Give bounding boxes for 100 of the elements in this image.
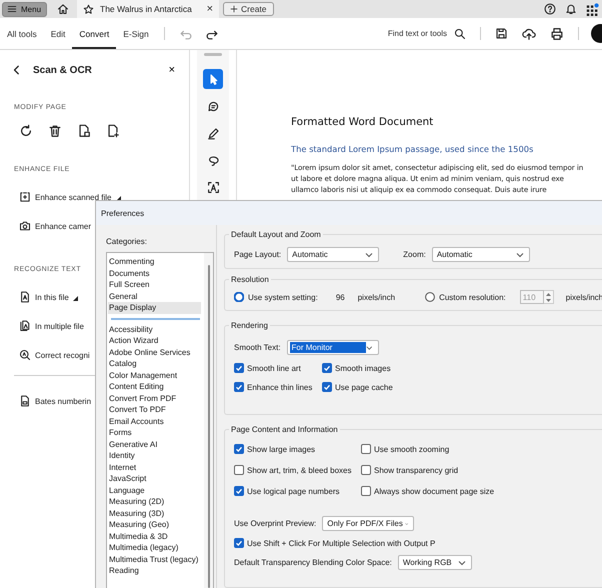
category-item[interactable]: Content Editing [108, 381, 201, 392]
category-list[interactable] [106, 252, 214, 588]
rotate-icon[interactable] [19, 124, 33, 138]
dropdown[interactable]: Automatic [287, 247, 380, 262]
toolbar-tab[interactable]: Edit [44, 20, 72, 49]
field-label: Default Transparency Blending Color Space: [234, 558, 392, 567]
checkbox-label: Show art, trim, & bleed boxes [247, 466, 352, 474]
category-item[interactable]: Commenting [108, 256, 201, 268]
group-title: Resolution [230, 275, 270, 284]
document-heading: The standard Lorem Ipsum passage, used since the 1500s [291, 144, 534, 154]
pointer-tool[interactable] [203, 69, 223, 89]
category-item[interactable]: Measuring (Geo) [108, 519, 201, 530]
category-item[interactable]: Convert From PDF [108, 392, 201, 404]
camera-icon [19, 220, 31, 232]
category-item[interactable]: Catalog [108, 358, 201, 370]
category-item[interactable]: Adobe Online Services [108, 346, 201, 358]
checkbox[interactable] [234, 486, 244, 496]
category-item[interactable]: Internet [108, 462, 201, 473]
checkbox[interactable] [234, 382, 244, 392]
plus-icon [230, 5, 238, 13]
checkbox[interactable] [322, 382, 332, 392]
radio-button[interactable] [234, 292, 244, 302]
document-tab[interactable]: The Walrus in Antarctica × [77, 0, 219, 18]
toolbar-tab[interactable]: E-Sign [116, 20, 156, 49]
checkbox[interactable] [361, 444, 371, 454]
category-item[interactable]: Accessibility [108, 324, 201, 335]
category-item[interactable]: Multimedia Trust (legacy) [108, 554, 201, 565]
chevron-down-icon [458, 560, 466, 566]
checkbox[interactable] [234, 444, 244, 454]
scan-icon [19, 191, 31, 203]
back-button[interactable] [12, 64, 22, 76]
chevron-down-icon [366, 344, 373, 350]
category-item[interactable]: Multimedia & 3D [108, 530, 201, 542]
category-item[interactable]: Measuring (3D) [108, 508, 201, 519]
bates-icon [19, 395, 31, 407]
checkbox[interactable] [234, 363, 244, 373]
search-text-icon [19, 349, 31, 361]
category-item[interactable]: Forms [108, 427, 201, 438]
toolbar-tab[interactable]: Convert [72, 20, 116, 49]
dropdown[interactable]: Working RGB [398, 555, 472, 570]
category-item[interactable]: Color Management [108, 370, 201, 381]
panel-item[interactable]: In this file [12, 286, 78, 309]
spin-buttons[interactable] [544, 290, 554, 304]
close-button[interactable]: × [168, 64, 175, 76]
checkbox[interactable] [361, 486, 371, 496]
category-item[interactable]: Reading [108, 565, 201, 576]
dropdown[interactable]: Only For PDF/X Files [322, 516, 414, 531]
lasso-icon [206, 154, 220, 166]
text-box-icon [206, 180, 220, 194]
page-insert-icon[interactable] [77, 124, 91, 138]
scrollbar[interactable] [204, 253, 213, 588]
category-item[interactable]: Full Screen [108, 279, 201, 290]
category-item[interactable]: General [108, 290, 201, 302]
bell-icon[interactable] [565, 3, 577, 15]
comment-icon [206, 100, 220, 112]
category-item[interactable]: Email Accounts [108, 416, 201, 427]
checkbox-label: Use page cache [335, 382, 393, 392]
drag-handle[interactable] [204, 53, 222, 56]
menu-button[interactable]: Menu [2, 2, 47, 16]
dropdown[interactable]: For Monitor [286, 340, 379, 355]
unit-text: pixels/inch [358, 292, 396, 302]
radio-button[interactable] [425, 292, 436, 302]
category-item[interactable]: Generative AI [108, 438, 201, 450]
checkbox-label: Use logical page numbers [247, 486, 340, 496]
category-item[interactable]: Language [108, 484, 201, 496]
checkbox[interactable] [361, 465, 371, 475]
dropdown[interactable]: Automatic [432, 247, 530, 262]
category-item[interactable]: Page Display [108, 302, 201, 314]
close-button[interactable]: × [206, 3, 213, 15]
search-button[interactable]: Find text or tools [382, 18, 472, 49]
help-icon[interactable] [544, 3, 556, 15]
radio-label: Use system setting: [248, 292, 318, 302]
category-item[interactable]: Multimedia (legacy) [108, 542, 201, 554]
list-label: Categories: [106, 237, 148, 246]
panel-item[interactable]: Correct recogni [12, 344, 90, 367]
home-icon[interactable] [57, 3, 69, 15]
panel-item[interactable]: In multiple file [12, 315, 84, 338]
checkbox[interactable] [234, 538, 244, 548]
save-icon[interactable] [495, 27, 508, 40]
apps-icon[interactable] [586, 2, 599, 16]
category-item[interactable]: Convert To PDF [108, 404, 201, 416]
panel-item[interactable]: Bates numberin [12, 390, 92, 413]
category-item[interactable]: Identity [108, 450, 201, 462]
field-label: Use Overprint Preview: [234, 519, 316, 528]
create-button[interactable]: Create [223, 2, 274, 16]
print-icon[interactable] [550, 26, 564, 40]
category-item[interactable]: JavaScript [108, 473, 201, 484]
page-text-icon [19, 291, 31, 303]
value-text: 96 [336, 292, 345, 302]
panel-item[interactable]: Enhance camer [12, 215, 92, 238]
page-add-icon[interactable] [106, 124, 120, 138]
upload-cloud-icon[interactable] [522, 26, 536, 40]
dialog-title: Preferences [101, 208, 144, 218]
trash-icon[interactable] [48, 124, 62, 138]
checkbox[interactable] [322, 363, 332, 373]
category-item[interactable]: Documents [108, 268, 201, 279]
checkbox[interactable] [234, 465, 244, 475]
category-item[interactable]: Measuring (2D) [108, 496, 201, 508]
toolbar-tab[interactable]: All tools [0, 20, 44, 49]
category-item[interactable]: Action Wizard [108, 335, 201, 346]
